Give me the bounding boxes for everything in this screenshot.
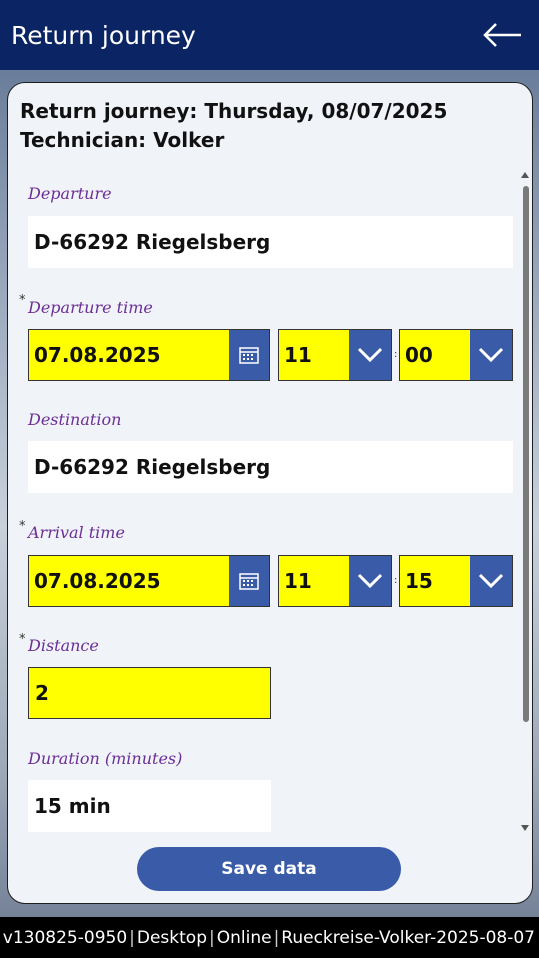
destination-label: Destination [28,410,122,429]
time-separator: : [394,349,398,360]
save-data-button[interactable]: Save data [137,847,401,891]
arrival-minute-value: 15 [400,556,470,606]
arrival-hour-value: 11 [279,556,349,606]
arrival-time-label: Arrival time [28,523,125,542]
chevron-down-icon [470,556,512,606]
departure-minute-value: 00 [400,330,470,380]
departure-hour-value: 11 [279,330,349,380]
separator: | [208,927,215,948]
arrival-minute-select[interactable]: 15 [399,555,513,607]
arrow-left-icon [483,23,521,47]
departure-date-input[interactable]: 07.08.2025 [28,329,229,381]
record-name: Rueckreise-Volker-2025-08-07 [281,927,535,948]
required-marker: * [19,632,26,647]
arrival-calendar-button[interactable] [229,555,270,607]
journey-date-heading: Return journey: Thursday, 08/07/2025 [20,99,448,123]
status-footer: v130825-0950 | Desktop | Online | Rueckr… [0,917,539,958]
calendar-icon [239,573,259,590]
duration-field: 15 min [28,780,271,832]
scroll-down-arrow-icon[interactable] [521,825,529,831]
destination-field[interactable]: D-66292 Riegelsberg [28,441,513,493]
time-separator: : [394,575,398,586]
duration-label: Duration (minutes) [28,749,183,768]
scroll-up-arrow-icon[interactable] [521,172,529,178]
technician-heading: Technician: Volker [20,128,225,152]
calendar-icon [239,347,259,364]
return-journey-card: Return journey: Thursday, 08/07/2025 Tec… [7,82,533,904]
app-header: Return journey [0,0,539,70]
device-text: Desktop [136,927,207,948]
version-text: v130825-0950 [2,927,128,948]
departure-minute-select[interactable]: 00 [399,329,513,381]
arrival-hour-select[interactable]: 11 [278,555,392,607]
departure-time-label: Departure time [28,298,153,317]
required-marker: * [19,293,26,308]
chevron-down-icon [349,330,391,380]
scrollbar-thumb[interactable] [523,186,529,722]
separator: | [129,927,135,948]
connection-status: Online [216,927,272,948]
arrival-date-picker: 07.08.2025 [28,555,270,607]
chevron-down-icon [349,556,391,606]
page-title: Return journey [11,20,196,50]
arrival-date-input[interactable]: 07.08.2025 [28,555,229,607]
departure-hour-select[interactable]: 11 [278,329,392,381]
departure-field[interactable]: D-66292 Riegelsberg [28,216,513,268]
distance-input[interactable]: 2 [28,667,271,719]
back-button[interactable] [481,18,525,52]
separator: | [273,927,280,948]
required-marker: * [19,519,26,534]
distance-label: Distance [28,636,99,655]
card-heading: Return journey: Thursday, 08/07/2025 Tec… [20,97,447,155]
chevron-down-icon [470,330,512,380]
departure-calendar-button[interactable] [229,329,270,381]
departure-label: Departure [28,184,112,203]
departure-date-picker: 07.08.2025 [28,329,270,381]
